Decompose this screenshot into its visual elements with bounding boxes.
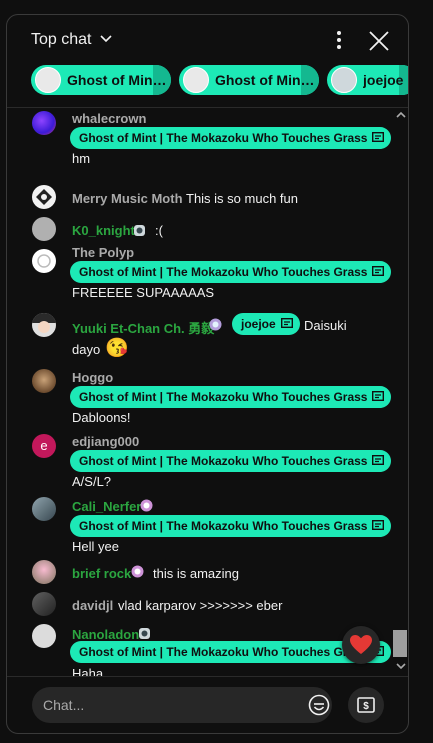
avatar[interactable] (32, 592, 56, 616)
reply-chip-label: Ghost of Mint | The Mokazoku Who Touches… (79, 390, 368, 404)
heart-reaction-button[interactable] (342, 626, 380, 664)
member-badge-icon (209, 318, 222, 331)
ticker-item[interactable]: Ghost of Mint ... (31, 65, 171, 95)
avatar[interactable]: e (32, 434, 56, 458)
author-name[interactable]: Hoggo (72, 370, 113, 385)
reply-chip[interactable]: Ghost of Mint | The Mokazoku Who Touches… (70, 386, 392, 408)
reply-icon (372, 520, 385, 531)
avatar[interactable] (32, 560, 56, 584)
reply-chip-label: joejoe (241, 317, 276, 331)
reply-icon (372, 391, 385, 402)
message-text: dayo (72, 342, 101, 357)
chat-message-list: whalecrown Ghost of Mint | The Mokazoku … (7, 108, 393, 676)
author-name[interactable]: Merry Music Moth (72, 191, 183, 206)
avatar[interactable] (32, 111, 56, 135)
super-chat-ticker: Ghost of Mint ... Ghost of Mint ... joej… (7, 61, 408, 107)
reply-chip-label: Ghost of Mint | The Mokazoku Who Touches… (79, 645, 368, 659)
author-name[interactable]: K0_knight (72, 223, 135, 238)
ticker-item[interactable]: Ghost of Mint ... (179, 65, 319, 95)
reply-chip[interactable]: Ghost of Mint | The Mokazoku Who Touches… (70, 515, 392, 537)
message-text: hm (72, 151, 91, 166)
chat-input[interactable]: Chat... (32, 687, 332, 723)
author-name[interactable]: Yuuki Et-Chan Ch. 勇毅 (72, 318, 214, 337)
avatar[interactable] (32, 217, 56, 241)
svg-text:$: $ (363, 701, 369, 712)
member-badge-icon (140, 499, 153, 512)
reply-chip-label: Ghost of Mint | The Mokazoku Who Touches… (79, 454, 368, 468)
author-name[interactable]: Nanoladon (72, 627, 139, 642)
author-name[interactable]: whalecrown (72, 111, 146, 126)
close-icon[interactable] (367, 29, 391, 53)
author-name[interactable]: edjiang000 (72, 434, 139, 449)
avatar[interactable] (32, 249, 56, 273)
avatar[interactable] (32, 313, 56, 337)
heart-icon (350, 635, 372, 654)
chat-input-placeholder: Chat... (43, 697, 85, 713)
emoji: 😘 (105, 338, 129, 359)
avatar (35, 67, 61, 93)
author-name[interactable]: brief rock (72, 566, 131, 581)
scrollbar-thumb[interactable] (393, 630, 407, 657)
member-badge-icon (139, 628, 150, 639)
reply-chip-label: Ghost of Mint | The Mokazoku Who Touches… (79, 131, 368, 145)
avatar (183, 67, 209, 93)
chevron-down-icon[interactable] (99, 33, 113, 45)
ticker-name: joejoe (363, 72, 404, 88)
chat-mode-label[interactable]: Top chat (31, 31, 91, 49)
message-text: FREEEEE SUPAAAAAS (72, 285, 215, 300)
member-badge-icon (134, 225, 145, 236)
message-text: Hell yee (72, 539, 119, 554)
avatar[interactable] (32, 369, 56, 393)
author-name[interactable]: davidjl (72, 598, 113, 613)
reply-chip[interactable]: Ghost of Mint | The Mokazoku Who Touches… (70, 261, 392, 283)
reply-icon (372, 455, 385, 466)
avatar[interactable] (32, 185, 56, 209)
avatar[interactable] (32, 497, 56, 521)
message-text: A/S/L? (72, 474, 112, 489)
reply-chip-label: Ghost of Mint | The Mokazoku Who Touches… (79, 265, 368, 279)
reply-icon (372, 132, 385, 143)
message-text: vlad karparov >>>>>>> eber (118, 598, 283, 613)
reply-chip[interactable]: Ghost of Mint | The Mokazoku Who Touches… (70, 450, 392, 472)
chat-header: Top chat (7, 15, 408, 63)
reply-chip-label: Ghost of Mint | The Mokazoku Who Touches… (79, 519, 368, 533)
reply-chip[interactable]: Ghost of Mint | The Mokazoku Who Touches… (70, 127, 392, 149)
message-text: :( (155, 223, 163, 238)
emoji-icon[interactable] (307, 693, 331, 717)
avatar (331, 67, 357, 93)
message-text: this is amazing (153, 566, 239, 581)
ticker-item[interactable]: joejoe (327, 65, 408, 95)
member-badge-icon (131, 565, 144, 578)
more-vert-icon[interactable] (329, 29, 349, 51)
ticker-name: Ghost of Mint ... (215, 72, 319, 88)
message-text: Daisuki (304, 318, 347, 333)
author-name[interactable]: Cali_Nerfer (72, 499, 141, 514)
scroll-up-arrow-icon[interactable] (396, 110, 406, 120)
reply-icon (372, 266, 385, 277)
super-chat-button[interactable]: $ (348, 687, 384, 723)
message-text: Dabloons! (72, 410, 131, 425)
super-chat-icon: $ (357, 697, 375, 713)
divider (7, 676, 408, 677)
scroll-down-arrow-icon[interactable] (396, 661, 406, 671)
message-text: Haha (72, 666, 104, 676)
reply-icon (280, 318, 293, 329)
message-text: This is so much fun (186, 191, 298, 206)
avatar[interactable] (32, 624, 56, 648)
reply-chip[interactable]: joejoe (232, 313, 300, 335)
author-name[interactable]: The Polyp (72, 245, 134, 260)
ticker-name: Ghost of Mint ... (67, 72, 171, 88)
live-chat-panel: Top chat Ghost of Mint ... Ghost of Mint… (6, 14, 409, 734)
